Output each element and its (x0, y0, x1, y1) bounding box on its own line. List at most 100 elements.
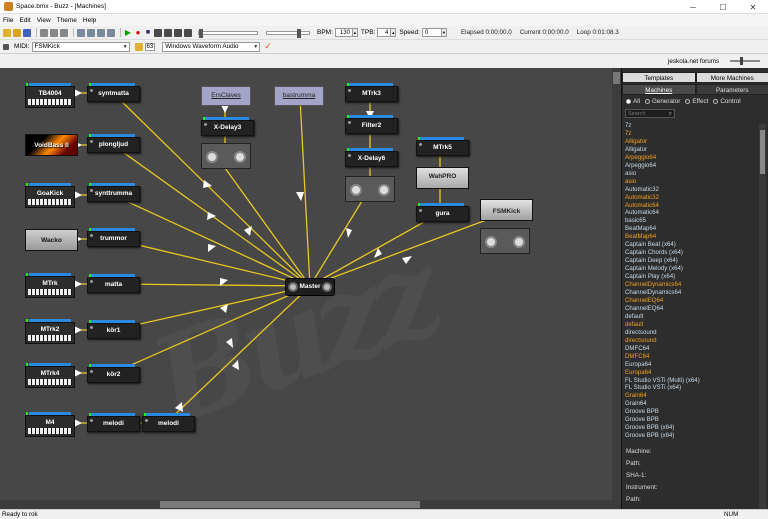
list-item[interactable]: Captain Deep (x64) (625, 257, 758, 265)
list-item[interactable]: Automatic32 (625, 194, 758, 202)
tape-machine-1[interactable] (201, 143, 251, 169)
list-item[interactable]: basic65 (625, 217, 758, 225)
menu-theme[interactable]: Theme (57, 17, 77, 24)
machine-mtrk2[interactable]: MTrk2 (25, 319, 75, 344)
record-icon[interactable]: ● (134, 28, 142, 37)
menu-view[interactable]: View (37, 17, 51, 24)
midi-number[interactable]: 63 (144, 42, 156, 51)
list-item[interactable]: DMFC64 (625, 353, 758, 361)
close-button[interactable]: ✕ (738, 0, 768, 14)
list-item[interactable]: Groove BPB (x64) (625, 424, 758, 432)
list-item[interactable]: Automatic32 (625, 186, 758, 194)
position-slider[interactable] (198, 28, 258, 38)
list-item[interactable]: Alligator (625, 146, 758, 154)
list-item[interactable]: Europa64 (625, 369, 758, 377)
filter-effect[interactable]: Effect (685, 98, 708, 105)
list-item[interactable]: Captain Beat (x64) (625, 241, 758, 249)
checkmark-icon[interactable]: ✓ (264, 41, 272, 52)
list-item[interactable]: Grain64 (625, 392, 758, 400)
bpm-spinner[interactable]: ▲ (352, 28, 358, 37)
list-item[interactable]: FL Studio VSTi (Multi) (x64) (625, 377, 758, 385)
list-item[interactable]: Alligator (625, 138, 758, 146)
list-item[interactable]: directsound (625, 337, 758, 345)
open-icon[interactable] (13, 28, 21, 37)
machine-goakick[interactable]: GoaKick (25, 183, 75, 208)
list-item[interactable]: directsound (625, 329, 758, 337)
machine-kor2[interactable]: kör2 (87, 364, 140, 383)
horizontal-scrollbar[interactable] (0, 500, 612, 509)
tab-templates[interactable]: Templates (622, 72, 696, 83)
loop-icon[interactable] (154, 28, 162, 37)
tpb-spinner[interactable]: ▲ (391, 28, 397, 37)
solo-icon[interactable] (164, 28, 172, 37)
tab-parameters[interactable]: Parameters (695, 84, 768, 95)
machine-m4[interactable]: M4 (25, 412, 75, 437)
list-item[interactable]: ChannelEQ64 (625, 305, 758, 313)
sequence-icon[interactable] (97, 28, 105, 37)
list-item[interactable]: Arpeggio64 (625, 162, 758, 170)
wavetable-icon[interactable] (107, 28, 115, 37)
midi-machine-select[interactable]: FSMKick ▼ (31, 41, 130, 52)
machine-mtrk5[interactable]: MTrk5 (416, 137, 469, 156)
machine-kor1[interactable]: kör1 (87, 320, 140, 339)
paste-icon[interactable] (60, 28, 68, 37)
pattern-icon[interactable] (77, 28, 85, 37)
list-item[interactable]: Automatic64 (625, 209, 758, 217)
filter-control[interactable]: Control (713, 98, 741, 105)
list-item[interactable]: asio (625, 178, 758, 186)
play-icon[interactable]: ▶ (124, 28, 132, 37)
tpb-input[interactable]: 4 (377, 28, 392, 37)
copy-icon[interactable] (50, 28, 58, 37)
master-machine[interactable]: Master (285, 278, 335, 296)
machine-matta[interactable]: matta (87, 274, 140, 293)
tape-machine-3[interactable] (480, 228, 530, 254)
machine-mtrk4[interactable]: MTrk4 (25, 363, 75, 388)
machine-melodi-1[interactable]: melodi (87, 413, 140, 432)
machine-melodi-2[interactable]: melodi (142, 413, 195, 432)
speed-select[interactable]: 0 (421, 28, 442, 37)
list-item[interactable]: 7z (625, 130, 758, 138)
list-item[interactable]: Captain Chords (x64) (625, 249, 758, 257)
list-item[interactable]: Arpeggio64 (625, 154, 758, 162)
filter-generator[interactable]: Generator (645, 98, 680, 105)
filter-all[interactable]: All (626, 98, 640, 105)
machine-plongljud[interactable]: plongljud (87, 134, 140, 153)
list-item[interactable]: ChannelDynamics64 (625, 289, 758, 297)
list-item[interactable]: Groove BPB (x64) (625, 432, 758, 440)
machine-bastrumma[interactable]: bastrumma (274, 86, 324, 106)
tab-machines[interactable]: Machines (622, 84, 696, 95)
new-icon[interactable] (3, 28, 11, 37)
stop-icon[interactable]: ■ (144, 29, 152, 37)
list-item[interactable]: Captain Play (x64) (625, 273, 758, 281)
machine-synttrumma[interactable]: synttrumma (87, 183, 140, 202)
search-input[interactable]: Search ⌕ (625, 109, 675, 118)
mute-icon[interactable] (174, 28, 182, 37)
machine-wacko[interactable]: Wacko (25, 229, 78, 251)
lock-icon[interactable] (134, 42, 143, 51)
vertical-scrollbar[interactable] (612, 68, 621, 509)
bpm-input[interactable]: 130 (334, 28, 353, 37)
machine-ersclaves[interactable]: ErsClaves (201, 86, 251, 106)
list-item[interactable]: Groove BPB (625, 416, 758, 424)
list-item[interactable]: Groove BPB (625, 408, 758, 416)
machine-voidbass[interactable]: VoidBass II (25, 134, 78, 156)
list-item[interactable]: Grain64 (625, 400, 758, 408)
volume-slider[interactable] (730, 57, 760, 65)
list-item[interactable]: Captain Melody (x64) (625, 265, 758, 273)
list-item[interactable]: default (625, 321, 758, 329)
machine-filter2[interactable]: Filter2 (345, 115, 398, 134)
minimize-button[interactable]: ─ (678, 0, 708, 14)
list-item[interactable]: default (625, 313, 758, 321)
cut-icon[interactable] (40, 28, 48, 37)
machine-xdelay3[interactable]: X-Delay3 (201, 117, 254, 136)
list-item[interactable]: ChannelEQ64 (625, 297, 758, 305)
maximize-button[interactable]: ☐ (708, 0, 738, 14)
list-item[interactable]: asio (625, 170, 758, 178)
list-scrollbar[interactable] (759, 124, 766, 509)
menu-file[interactable]: File (3, 17, 13, 24)
menu-edit[interactable]: Edit (19, 17, 30, 24)
machine-wahpro[interactable]: WahPRO (416, 167, 469, 189)
machine-mtrk[interactable]: MTrk (25, 273, 75, 298)
machine-mtrk3[interactable]: MTrk3 (345, 83, 398, 102)
list-item[interactable]: FL Studio VSTi (x64) (625, 384, 758, 392)
